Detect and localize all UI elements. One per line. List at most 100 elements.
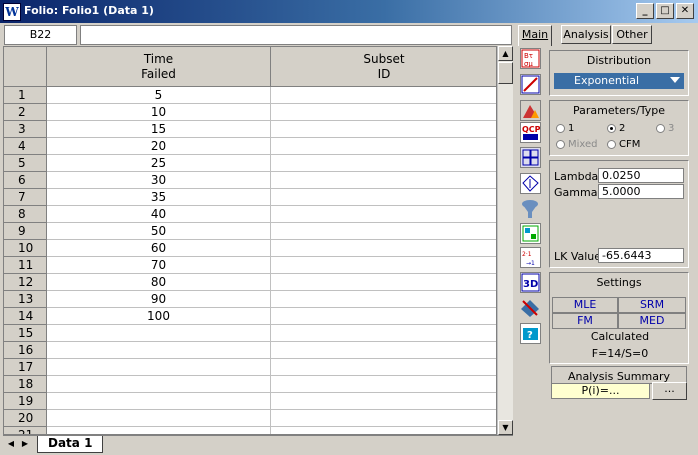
cell-subset-id[interactable] [271,342,496,359]
row-header[interactable]: 11 [4,257,47,274]
med-button[interactable]: MED [618,313,686,329]
cell-time-failed[interactable]: 90 [47,291,271,308]
close-button[interactable]: ✕ [676,3,694,19]
column-header-time-failed[interactable]: Time Failed [47,47,271,87]
plot-icon[interactable] [520,74,541,95]
cell-time-failed[interactable]: 50 [47,223,271,240]
row-header[interactable]: 17 [4,359,47,376]
row-header[interactable]: 5 [4,155,47,172]
cell-reference-box[interactable]: B22 [4,25,77,45]
cell-time-failed[interactable]: 100 [47,308,271,325]
cell-subset-id[interactable] [271,223,496,240]
cell-subset-id[interactable] [271,274,496,291]
cell-subset-id[interactable] [271,104,496,121]
cell-time-failed[interactable]: 60 [47,240,271,257]
cell-subset-id[interactable] [271,240,496,257]
fm-button[interactable]: FM [552,313,618,329]
row-header[interactable]: 6 [4,172,47,189]
sort-icon[interactable] [520,298,541,319]
row-header[interactable]: 12 [4,274,47,291]
cell-time-failed[interactable] [47,359,271,376]
cell-time-failed[interactable]: 25 [47,155,271,172]
cell-time-failed[interactable]: 30 [47,172,271,189]
row-header[interactable]: 2 [4,104,47,121]
row-header[interactable]: 8 [4,206,47,223]
grid-corner[interactable] [4,47,47,87]
cell-subset-id[interactable] [271,189,496,206]
cell-time-failed[interactable] [47,410,271,427]
tab-next-icon[interactable]: ▶ [19,437,31,450]
row-header[interactable]: 21 [4,427,47,434]
row-header[interactable]: 13 [4,291,47,308]
srm-button[interactable]: SRM [618,297,686,313]
radio-param-2[interactable]: 2 [607,123,625,134]
cell-time-failed[interactable] [47,376,271,393]
vertical-scrollbar[interactable]: ▲ ▼ [497,46,513,435]
row-header[interactable]: 16 [4,342,47,359]
scroll-up-button[interactable]: ▲ [498,46,513,61]
row-header[interactable]: 15 [4,325,47,342]
cell-subset-id[interactable] [271,87,496,104]
3d-plot-icon[interactable]: 3D [520,272,541,293]
cell-time-failed[interactable]: 5 [47,87,271,104]
radio-param-1[interactable]: 1 [556,123,574,134]
transfer-icon[interactable] [520,199,541,220]
sheet-tab-data-1[interactable]: Data 1 [37,436,104,453]
tab-analysis[interactable]: Analysis [561,25,611,44]
batch-auto-run-icon[interactable] [520,147,541,168]
cell-subset-id[interactable] [271,121,496,138]
cell-time-failed[interactable]: 40 [47,206,271,223]
cell-subset-id[interactable] [271,172,496,189]
cell-subset-id[interactable] [271,393,496,410]
formula-input[interactable] [80,25,512,45]
mle-button[interactable]: MLE [552,297,618,313]
cell-time-failed[interactable] [47,427,271,434]
tab-main[interactable]: Main [518,25,552,46]
mixed-weibull-icon[interactable] [520,100,541,121]
minimize-button[interactable]: _ [636,3,654,19]
scroll-thumb[interactable] [498,62,513,84]
cell-subset-id[interactable] [271,427,496,434]
alter-data-icon[interactable]: 2·1 →1 [520,247,541,268]
cell-time-failed[interactable]: 35 [47,189,271,206]
radio-param-3[interactable]: 3 [656,123,674,134]
tab-other[interactable]: Other [612,25,652,44]
cell-time-failed[interactable]: 15 [47,121,271,138]
row-header[interactable]: 9 [4,223,47,240]
row-header[interactable]: 14 [4,308,47,325]
row-header[interactable]: 1 [4,87,47,104]
cell-subset-id[interactable] [271,206,496,223]
cell-time-failed[interactable]: 70 [47,257,271,274]
row-header[interactable]: 7 [4,189,47,206]
cell-time-failed[interactable]: 20 [47,138,271,155]
radio-mixed[interactable]: Mixed [556,139,598,150]
row-header[interactable]: 19 [4,393,47,410]
column-header-subset-id[interactable]: Subset ID [271,47,496,87]
radio-cfm[interactable]: CFM [607,139,640,150]
cell-subset-id[interactable] [271,155,496,172]
cell-subset-id[interactable] [271,376,496,393]
cell-subset-id[interactable] [271,359,496,376]
maximize-button[interactable]: □ [656,3,674,19]
cell-subset-id[interactable] [271,325,496,342]
distribution-wizard-icon[interactable]: Bτ σμ [520,48,541,69]
cell-subset-id[interactable] [271,410,496,427]
cell-subset-id[interactable] [271,291,496,308]
row-header[interactable]: 20 [4,410,47,427]
scroll-down-button[interactable]: ▼ [498,420,513,435]
cell-time-failed[interactable]: 80 [47,274,271,291]
distribution-dropdown[interactable]: Exponential [554,73,684,89]
cell-time-failed[interactable]: 10 [47,104,271,121]
qcp-icon[interactable]: QCP [520,122,541,143]
row-header[interactable]: 3 [4,121,47,138]
row-header[interactable]: 10 [4,240,47,257]
ranking-icon[interactable] [520,173,541,194]
cell-subset-id[interactable] [271,257,496,274]
cell-subset-id[interactable] [271,308,496,325]
help-icon[interactable]: ? [520,323,541,344]
row-header[interactable]: 4 [4,138,47,155]
analysis-summary-more-button[interactable]: ... [652,382,687,400]
tab-prev-icon[interactable]: ◀ [5,437,17,450]
cell-time-failed[interactable] [47,393,271,410]
cell-subset-id[interactable] [271,138,496,155]
